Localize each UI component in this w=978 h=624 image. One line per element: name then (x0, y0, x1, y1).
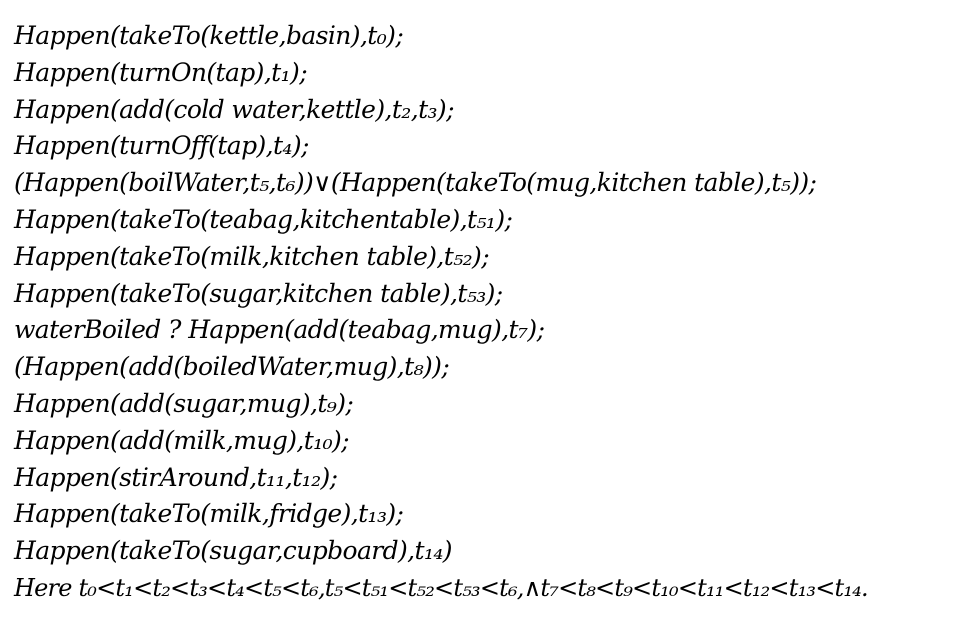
formula-line-6: Happen(takeTo(teabag,kitchentable),t₅₁); (14, 204, 513, 234)
formula-line-14: Happen(takeTo(milk,fridge),t₁₃); (14, 499, 404, 529)
formula-line-12: Happen(add(milk,mug),t₁₀); (14, 425, 350, 455)
formula-line-13: Happen(stirAround,t₁₁,t₁₂); (14, 462, 338, 492)
formula-line-10: (Happen(add(boiledWater,mug),t₈)); (14, 352, 450, 382)
formula-line-3: Happen(add(cold water,kettle),t₂,t₃); (14, 94, 455, 124)
formula-line-4: Happen(turnOff(tap),t₄); (14, 131, 309, 161)
formula-block: Happen(takeTo(kettle,basin),t₀); Happen(… (14, 18, 964, 607)
formula-line-9: waterBoiled ? Happen(add(teabag,mug),t₇)… (14, 315, 545, 345)
time-ordering-line: Here t₀<t₁<t₂<t₃<t₄<t₅<t₆,t₅<t₅₁<t₅₂<t₅₃… (14, 573, 869, 602)
formula-line-8: Happen(takeTo(sugar,kitchen table),t₅₃); (14, 278, 503, 308)
formula-line-11: Happen(add(sugar,mug),t₉); (14, 388, 354, 418)
formula-line-7: Happen(takeTo(milk,kitchen table),t₅₂); (14, 241, 490, 271)
formula-line-1: Happen(takeTo(kettle,basin),t₀); (14, 21, 404, 50)
formula-line-5: (Happen(boilWater,t₅,t₆))∨(Happen(takeTo… (14, 168, 817, 198)
formula-line-2: Happen(turnOn(tap),t₁); (14, 57, 308, 87)
formula-line-15: Happen(takeTo(sugar,cupboard),t₁₄) (14, 536, 453, 566)
